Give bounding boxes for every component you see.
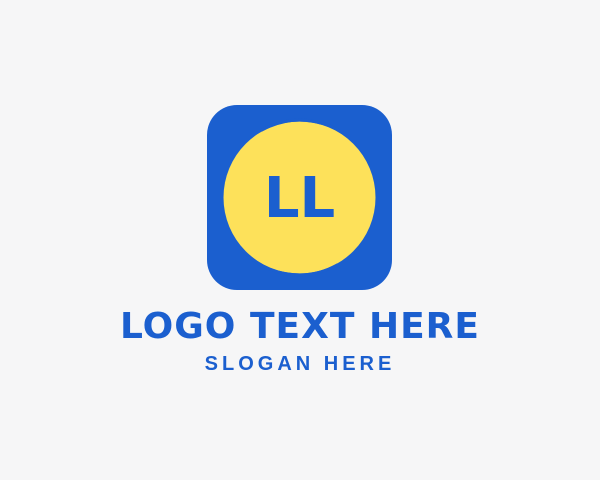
logo-title: LOGO TEXT HERE [120,306,480,347]
logo-composition: LL LOGO TEXT HERE SLOGAN HERE [0,0,600,480]
emblem-monogram: LL [264,166,335,231]
logo-slogan: SLOGAN HERE [204,353,396,375]
logo-emblem-icon: LL [207,105,392,290]
emblem-graphic: LL [207,105,392,290]
